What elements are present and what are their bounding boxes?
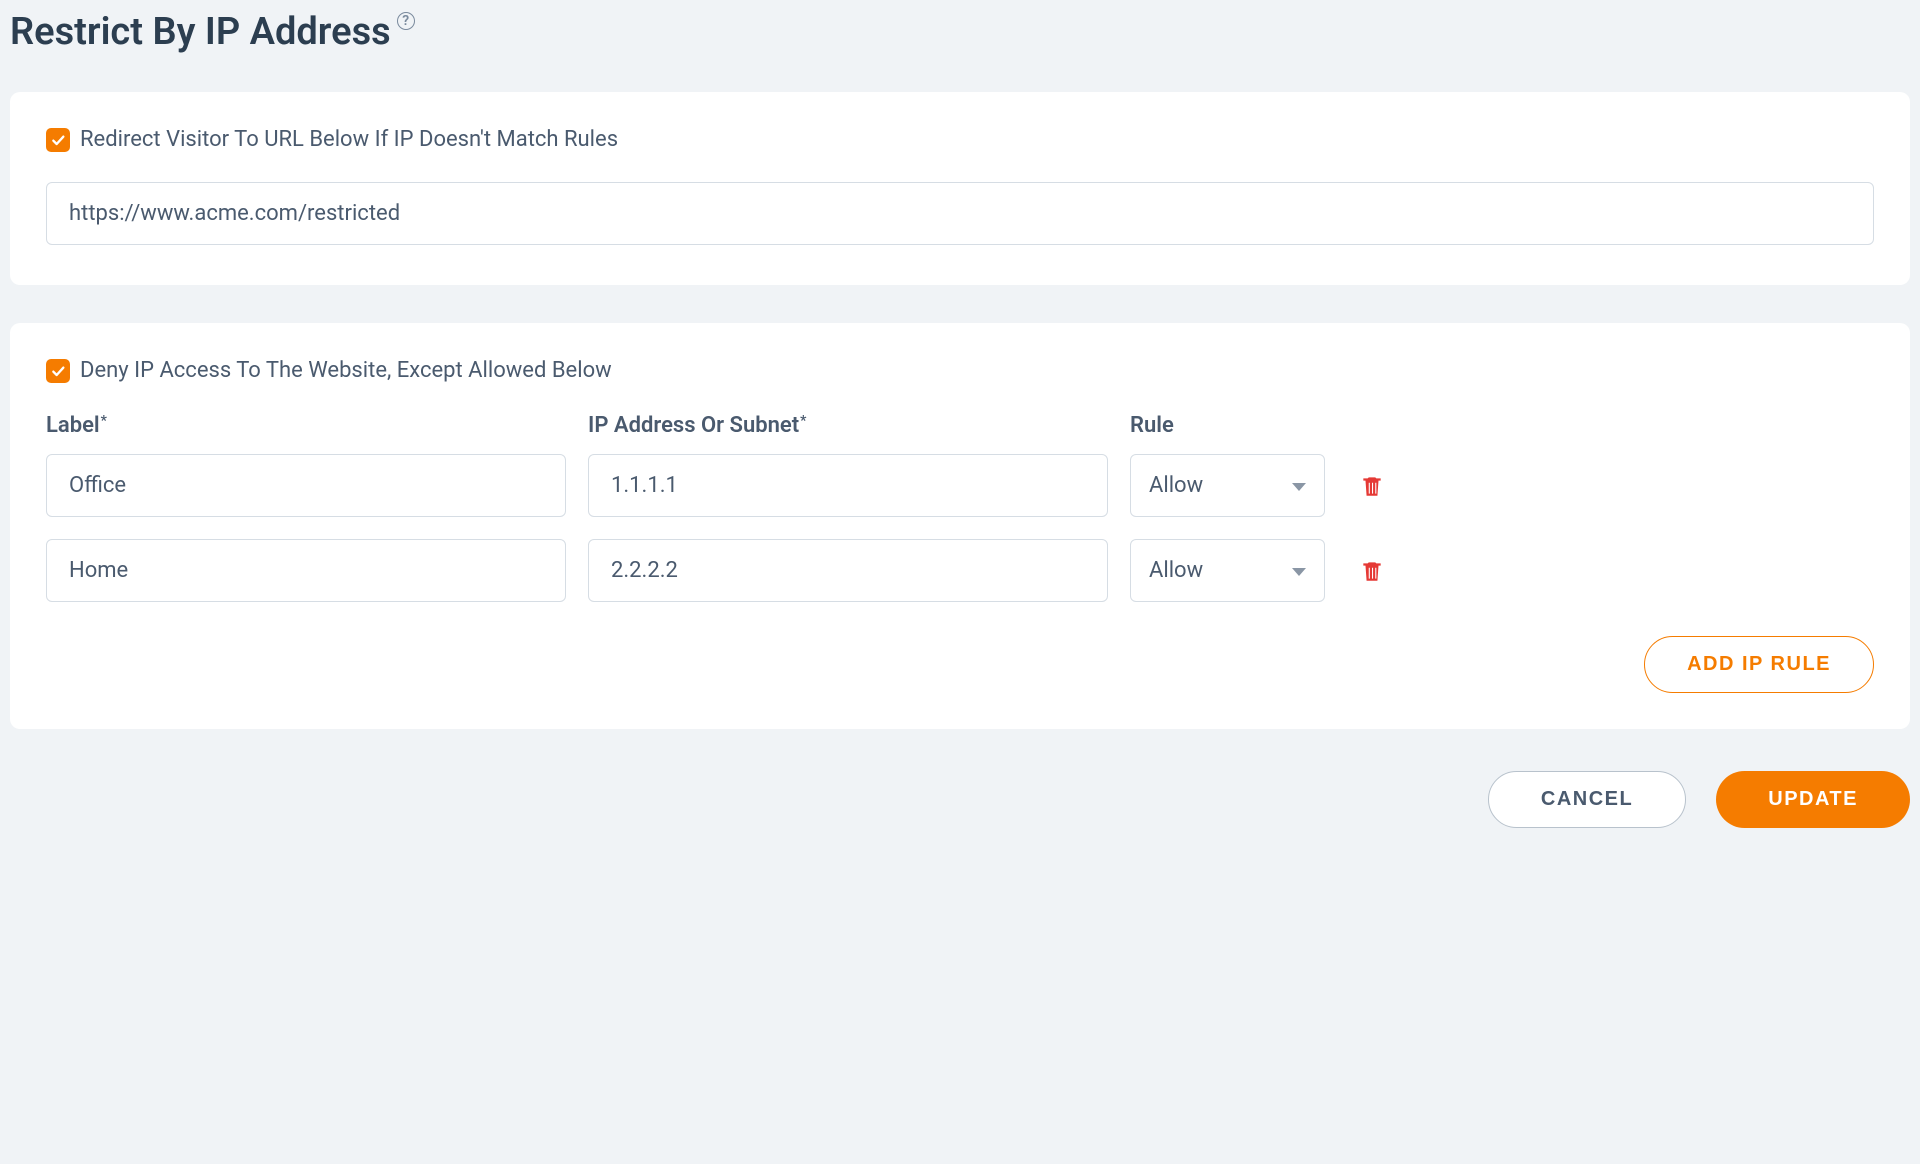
required-star: * xyxy=(800,413,806,429)
deny-card: Deny IP Access To The Website, Except Al… xyxy=(10,323,1910,729)
page-title-text: Restrict By IP Address xyxy=(10,10,391,54)
rule-row: Allow xyxy=(46,539,1874,602)
redirect-checkbox[interactable] xyxy=(46,128,70,152)
footer-actions: CANCEL UPDATE xyxy=(0,729,1920,858)
rule-label-input[interactable] xyxy=(46,454,566,517)
rule-select-value: Allow xyxy=(1149,473,1203,498)
add-ip-rule-button[interactable]: ADD IP RULE xyxy=(1644,636,1874,693)
column-header-label: Label* xyxy=(46,413,566,438)
page-title: Restrict By IP Address ? xyxy=(0,0,1920,54)
delete-rule-button[interactable] xyxy=(1347,557,1397,585)
required-star: * xyxy=(101,413,107,429)
cancel-button[interactable]: CANCEL xyxy=(1488,771,1686,828)
column-header-ip: IP Address Or Subnet* xyxy=(588,413,1108,438)
rule-label-input[interactable] xyxy=(46,539,566,602)
rule-ip-input[interactable] xyxy=(588,454,1108,517)
redirect-card: Redirect Visitor To URL Below If IP Does… xyxy=(10,92,1910,285)
chevron-down-icon xyxy=(1292,558,1306,583)
deny-checkbox[interactable] xyxy=(46,359,70,383)
checkmark-icon xyxy=(50,132,66,148)
trash-icon xyxy=(1359,557,1385,585)
rule-ip-input[interactable] xyxy=(588,539,1108,602)
column-header-rule: Rule xyxy=(1130,413,1325,438)
checkmark-icon xyxy=(50,363,66,379)
redirect-checkbox-label: Redirect Visitor To URL Below If IP Does… xyxy=(80,127,618,152)
delete-rule-button[interactable] xyxy=(1347,472,1397,500)
rule-select[interactable]: Allow xyxy=(1130,454,1325,517)
deny-checkbox-row: Deny IP Access To The Website, Except Al… xyxy=(46,358,1874,383)
redirect-url-input[interactable] xyxy=(46,182,1874,245)
deny-checkbox-label: Deny IP Access To The Website, Except Al… xyxy=(80,358,612,383)
rules-section: Label* IP Address Or Subnet* Rule Allow xyxy=(46,413,1874,693)
trash-icon xyxy=(1359,472,1385,500)
chevron-down-icon xyxy=(1292,473,1306,498)
column-headers: Label* IP Address Or Subnet* Rule xyxy=(46,413,1874,438)
add-rule-row: ADD IP RULE xyxy=(46,636,1874,693)
rule-select-value: Allow xyxy=(1149,558,1203,583)
redirect-checkbox-row: Redirect Visitor To URL Below If IP Does… xyxy=(46,127,1874,152)
rule-select[interactable]: Allow xyxy=(1130,539,1325,602)
update-button[interactable]: UPDATE xyxy=(1716,771,1910,828)
rule-row: Allow xyxy=(46,454,1874,517)
help-icon[interactable]: ? xyxy=(397,12,415,30)
